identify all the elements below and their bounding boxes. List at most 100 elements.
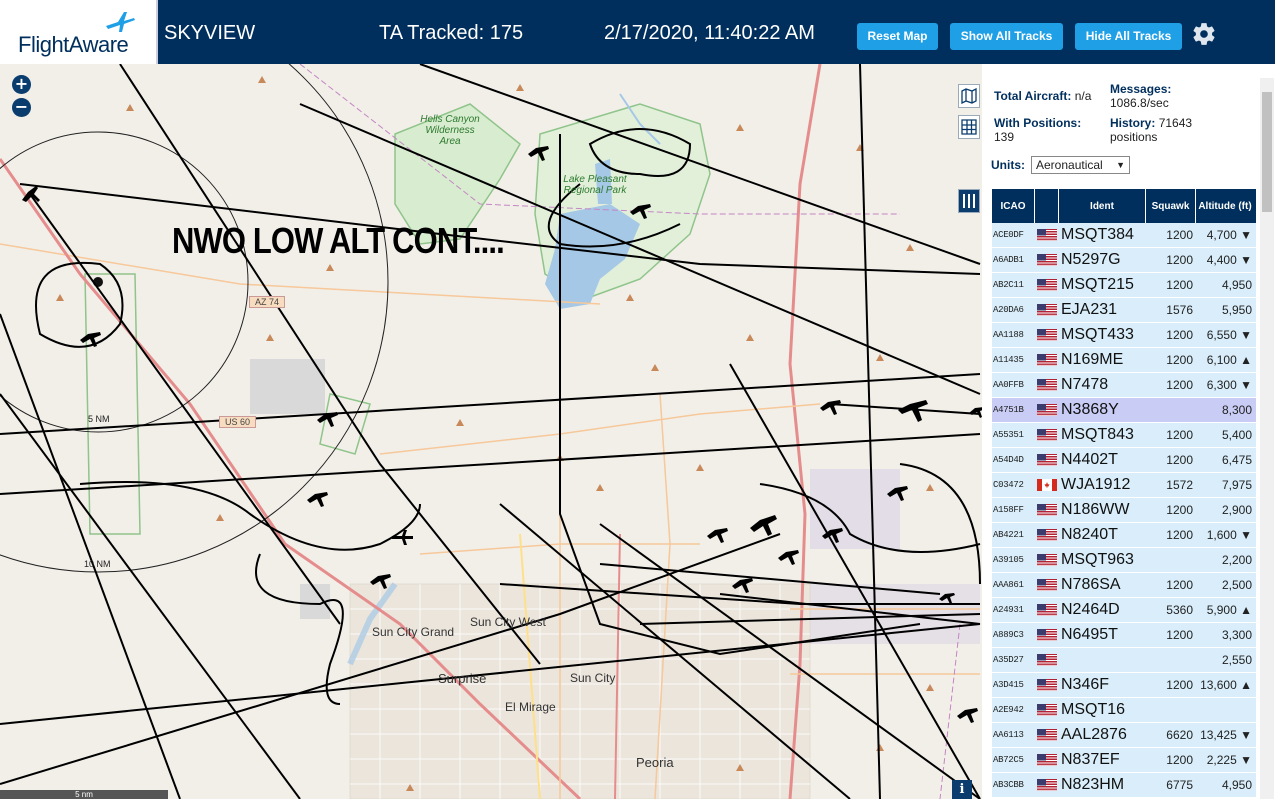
table-body: ACE0DF MSQT384 1200 4,700 ▼ A6ADB1 N5297G 1200… (992, 223, 1256, 798)
column-header-ident[interactable]: Ident (1059, 189, 1146, 223)
cell-icao: AB2C11 (993, 280, 1024, 290)
zoom-in-button[interactable]: + (12, 75, 31, 94)
cell-icao: AB3CBB (993, 780, 1024, 790)
units-label: Units: (991, 158, 1025, 172)
cell-ident: N186WW (1061, 501, 1130, 518)
column-header-altitude[interactable]: Altitude (ft) (1196, 189, 1254, 223)
table-row[interactable]: A889C3 N6495T 1200 3,300 (992, 623, 1256, 648)
hide-all-tracks-button[interactable]: Hide All Tracks (1075, 23, 1182, 50)
us-flag-icon (1035, 304, 1059, 316)
sidebar-scrollbar[interactable] (1260, 78, 1274, 799)
table-row[interactable]: A20DA6 EJA231 1576 5,950 (992, 298, 1256, 323)
map-grid-button[interactable] (958, 115, 980, 139)
cell-icao: A35D27 (993, 655, 1024, 665)
cell-ident: N5297G (1061, 251, 1121, 268)
cell-squawk: 6775 (1166, 778, 1193, 792)
toggle-sidebar-button[interactable] (958, 189, 980, 213)
cell-ident: MSQT963 (1061, 551, 1134, 568)
cell-altitude: 6,475 (1221, 453, 1252, 467)
place-peoria: Peoria (636, 755, 674, 770)
column-header-squawk[interactable]: Squawk (1146, 189, 1196, 223)
scrollbar-thumb[interactable] (1262, 92, 1272, 212)
table-row[interactable]: AA0FFB N7478 1200 6,300 ▼ (992, 373, 1256, 398)
table-row[interactable]: AB3CBB N823HM 6775 4,950 (992, 773, 1256, 798)
table-row[interactable]: A24931 N2464D 5360 5,900 ▲ (992, 598, 1256, 623)
cell-squawk: 1200 (1166, 353, 1193, 367)
us-flag-icon (1035, 754, 1059, 766)
cell-altitude: 13,600 ▲ (1200, 678, 1252, 692)
messages-value: 1086.8/sec (1110, 96, 1169, 110)
cell-icao: AA1188 (993, 330, 1024, 340)
cell-icao: A4751B (993, 405, 1024, 415)
place-sun-city-west: Sun City West (470, 615, 546, 629)
cell-icao: AB72C5 (993, 755, 1024, 765)
table-row[interactable]: A2E942 MSQT16 (992, 698, 1256, 723)
cell-squawk: 1200 (1166, 428, 1193, 442)
column-header-icao[interactable]: ICAO (992, 189, 1035, 223)
us-flag-icon (1035, 779, 1059, 791)
table-row[interactable]: A39105 MSQT963 2,200 (992, 548, 1256, 573)
cell-squawk: 1576 (1166, 303, 1193, 317)
place-surprise: Surprise (438, 671, 487, 686)
grid-icon (961, 119, 977, 135)
park-label-hells-canyon: Hells Canyon Wilderness Area (420, 114, 480, 147)
flightaware-logo[interactable]: FlightAware (0, 0, 158, 64)
table-row[interactable]: ACE0DF MSQT384 1200 4,700 ▼ (992, 223, 1256, 248)
us-flag-icon (1035, 579, 1059, 591)
info-button[interactable]: i (952, 780, 972, 799)
us-flag-icon (1035, 704, 1059, 716)
cell-ident: WJA1912 (1061, 476, 1131, 493)
cell-icao: AAA861 (993, 580, 1024, 590)
us-flag-icon (1035, 679, 1059, 691)
show-all-tracks-button[interactable]: Show All Tracks (950, 23, 1063, 50)
us-flag-icon (1035, 529, 1059, 541)
table-row[interactable]: AA6113 AAL2876 6620 13,425 ▼ (992, 723, 1256, 748)
column-header-flag (1035, 189, 1059, 223)
map-icon (961, 88, 977, 104)
current-datetime: 2/17/2020, 11:40:22 AM (604, 22, 815, 44)
messages-stat: Messages: 1086.8/sec (1110, 82, 1210, 110)
map-canvas[interactable]: + − NWO LOW ALT CONT.... Hells Canyon Wi… (0, 64, 982, 799)
brand-name: FlightAware (18, 32, 129, 57)
zoom-out-button[interactable]: − (12, 98, 31, 117)
table-row[interactable]: AB4221 N8240T 1200 1,600 ▼ (992, 523, 1256, 548)
us-flag-icon (1035, 279, 1059, 291)
settings-gear-icon[interactable] (1191, 21, 1217, 47)
cell-squawk: 5360 (1166, 603, 1193, 617)
table-row[interactable]: A158FF N186WW 1200 2,900 (992, 498, 1256, 523)
history-stat: History: 71643 positions (1110, 116, 1210, 144)
table-row[interactable]: C03472 WJA1912 1572 7,975 (992, 473, 1256, 498)
cell-icao: A6ADB1 (993, 255, 1024, 265)
table-row[interactable]: A3D415 N346F 1200 13,600 ▲ (992, 673, 1256, 698)
us-flag-icon (1035, 254, 1059, 266)
table-row[interactable]: AB2C11 MSQT215 1200 4,950 (992, 273, 1256, 298)
us-flag-icon (1035, 729, 1059, 741)
us-flag-icon (1035, 654, 1059, 666)
map-layers-button[interactable] (958, 84, 980, 108)
cell-squawk: 1200 (1166, 578, 1193, 592)
cell-squawk: 1200 (1166, 228, 1193, 242)
table-row[interactable]: AAA861 N786SA 1200 2,500 (992, 573, 1256, 598)
canada-flag-icon (1035, 479, 1059, 491)
table-row[interactable]: A35D27 2,550 (992, 648, 1256, 673)
cell-ident: N8240T (1061, 526, 1118, 543)
us-flag-icon (1035, 379, 1059, 391)
with-positions-stat: With Positions: 139 (994, 116, 1104, 144)
us-flag-icon (1035, 354, 1059, 366)
table-row[interactable]: A11435 N169ME 1200 6,100 ▲ (992, 348, 1256, 373)
cell-squawk: 1200 (1166, 753, 1193, 767)
aircraft-table: ICAO Ident Squawk Altitude (ft) ACE0DF MS… (992, 189, 1256, 798)
table-row[interactable]: A4751B N3868Y 8,300 (992, 398, 1256, 423)
reset-map-button[interactable]: Reset Map (857, 23, 938, 50)
table-row[interactable]: A55351 MSQT843 1200 5,400 (992, 423, 1256, 448)
cell-altitude: 2,550 (1221, 653, 1252, 667)
cell-squawk: 1200 (1166, 528, 1193, 542)
table-row[interactable]: A54D4D N4402T 1200 6,475 (992, 448, 1256, 473)
units-select[interactable]: Aeronautical ▼ (1031, 156, 1130, 174)
with-positions-value: 139 (994, 130, 1015, 144)
cell-icao: AA6113 (993, 730, 1024, 740)
table-row[interactable]: AA1188 MSQT433 1200 6,550 ▼ (992, 323, 1256, 348)
table-row[interactable]: A6ADB1 N5297G 1200 4,400 ▼ (992, 248, 1256, 273)
cell-altitude: 5,950 (1221, 303, 1252, 317)
table-row[interactable]: AB72C5 N837EF 1200 2,225 ▼ (992, 748, 1256, 773)
